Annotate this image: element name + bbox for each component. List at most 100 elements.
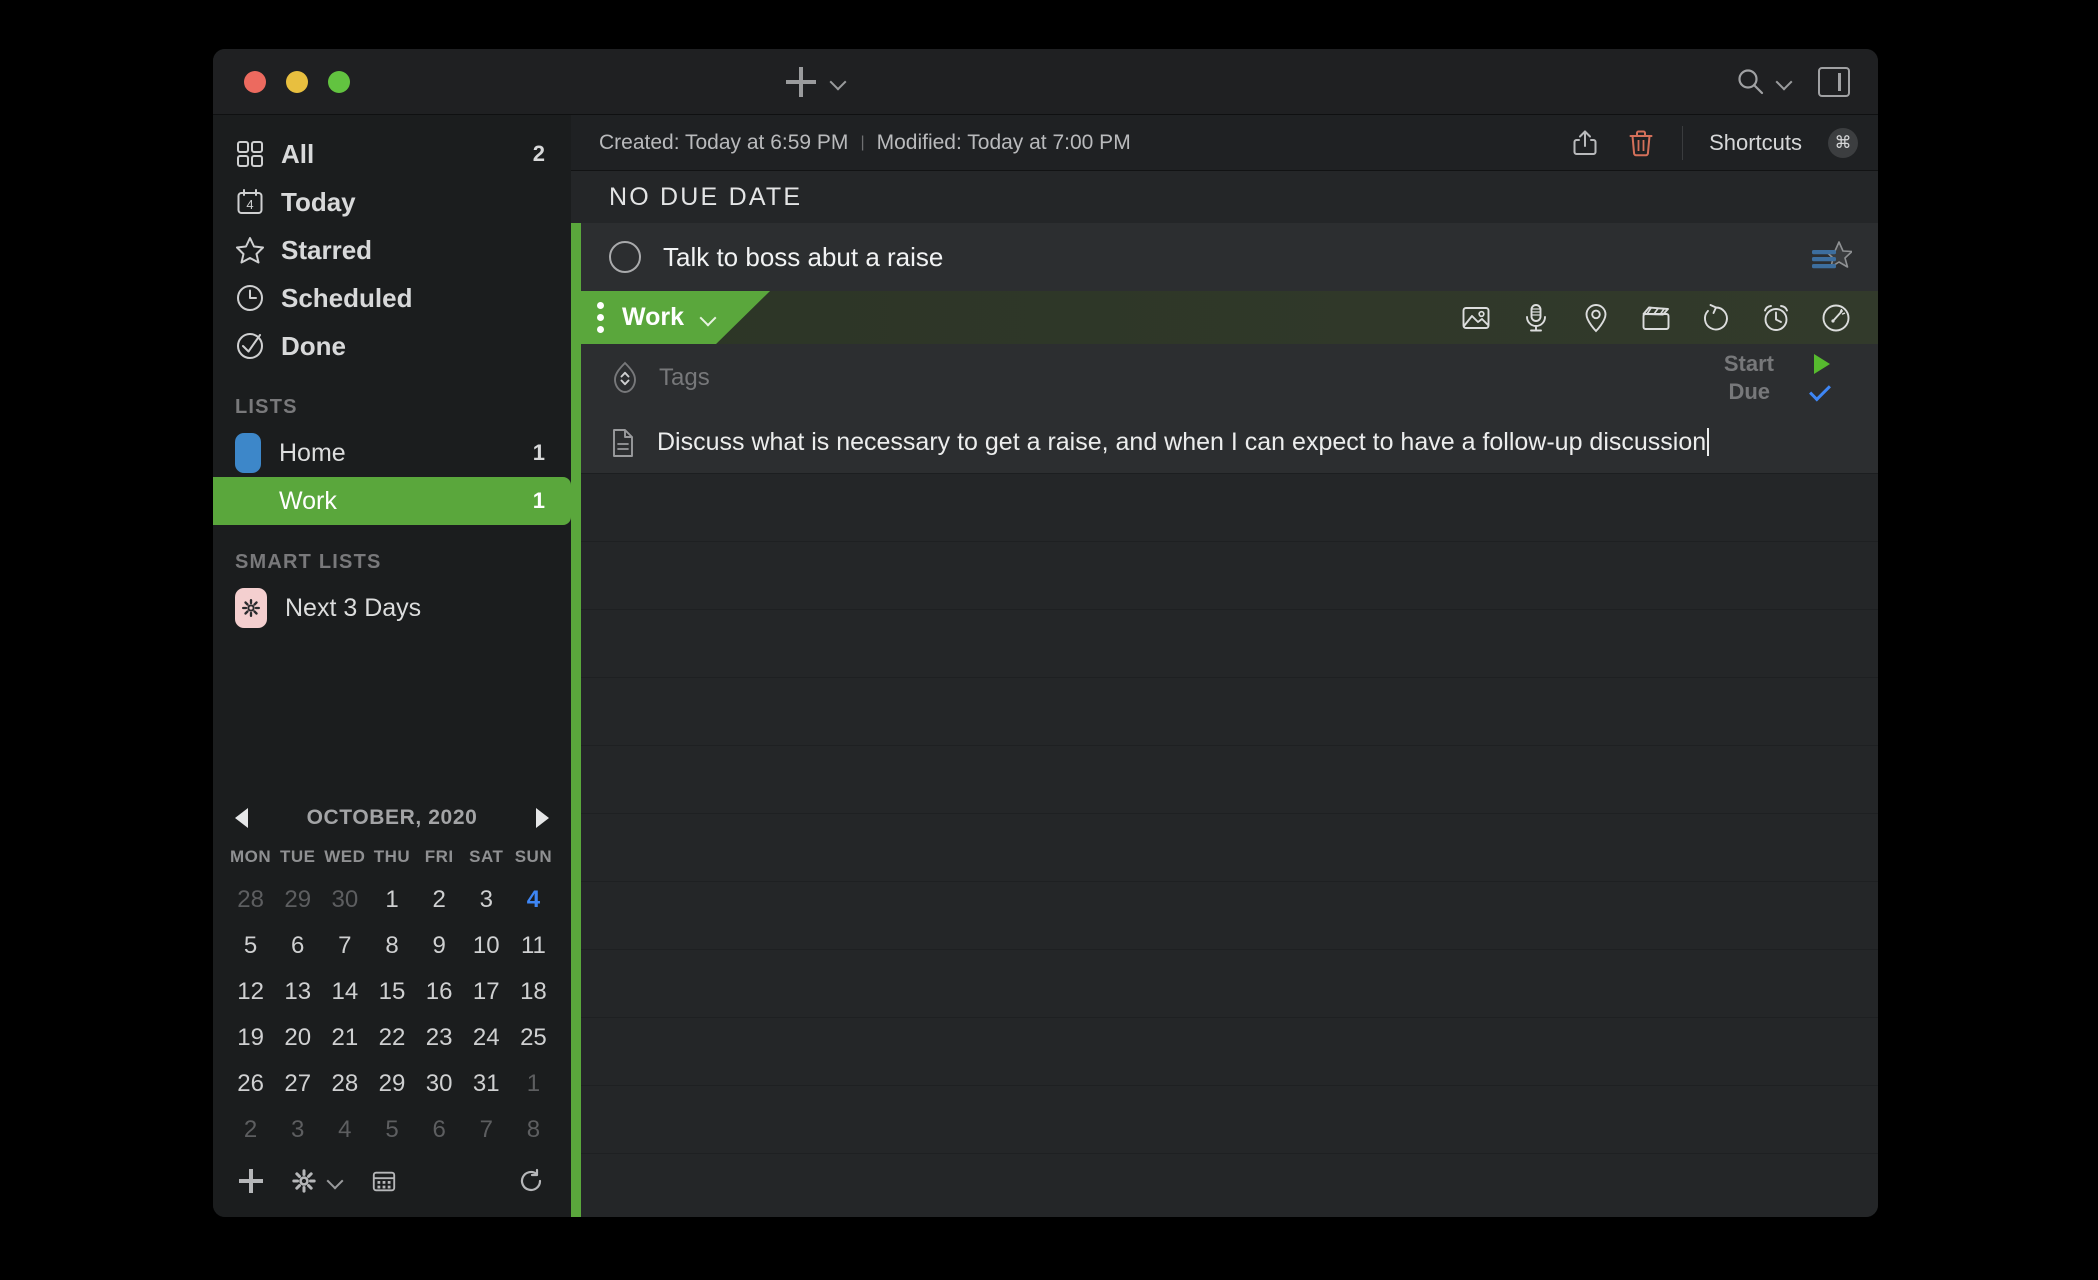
- calendar-view-icon[interactable]: [371, 1168, 397, 1194]
- due-row[interactable]: Due: [1728, 379, 1831, 405]
- calendar-day[interactable]: 30: [321, 877, 368, 923]
- calendar-day[interactable]: 7: [463, 1107, 510, 1153]
- share-icon[interactable]: [1570, 128, 1600, 158]
- shortcuts-label[interactable]: Shortcuts: [1709, 130, 1802, 156]
- toggle-sidebar-icon[interactable]: [1818, 66, 1850, 97]
- note-text[interactable]: Discuss what is necessary to get a raise…: [657, 428, 1710, 457]
- repeat-icon[interactable]: [1700, 302, 1732, 334]
- sidebar-list-work[interactable]: Work 1: [213, 477, 571, 525]
- calendar-day[interactable]: 24: [463, 1015, 510, 1061]
- task-title[interactable]: Talk to boss abut a raise: [663, 242, 1808, 273]
- calendar-day[interactable]: 14: [321, 969, 368, 1015]
- chevron-down-icon[interactable]: [700, 310, 716, 326]
- calendar-day[interactable]: 3: [274, 1107, 321, 1153]
- location-icon[interactable]: [1580, 302, 1612, 334]
- calendar-day[interactable]: 12: [227, 969, 274, 1015]
- calendar-day[interactable]: 1: [510, 1061, 557, 1107]
- list-ribbon[interactable]: Work: [571, 291, 770, 344]
- start-row[interactable]: Start: [1724, 351, 1830, 377]
- calendar-day[interactable]: 8: [510, 1107, 557, 1153]
- sidebar-item-today[interactable]: 4 Today: [213, 178, 571, 226]
- sidebar: All 2 4 Today Starred Scheduled Done LIS…: [213, 115, 571, 1217]
- tags-placeholder[interactable]: Tags: [659, 364, 710, 392]
- calendar-day[interactable]: 20: [274, 1015, 321, 1061]
- add-list-icon[interactable]: [239, 1169, 263, 1193]
- calendar-day[interactable]: 27: [274, 1061, 321, 1107]
- calendar-day[interactable]: 13: [274, 969, 321, 1015]
- start-play-icon[interactable]: [1814, 354, 1830, 374]
- tags-row[interactable]: Tags Start Due: [571, 344, 1878, 412]
- calendar-day[interactable]: 2: [416, 877, 463, 923]
- calendar-day[interactable]: 7: [321, 923, 368, 969]
- next-month-icon[interactable]: [536, 808, 549, 828]
- calendar-day[interactable]: 11: [510, 923, 557, 969]
- calendar-day[interactable]: 8: [368, 923, 415, 969]
- chevron-down-icon[interactable]: [830, 74, 846, 90]
- calendar-day[interactable]: 29: [368, 1061, 415, 1107]
- note-row[interactable]: Discuss what is necessary to get a raise…: [571, 412, 1878, 474]
- settings-group[interactable]: [291, 1168, 343, 1194]
- svg-text:4: 4: [246, 197, 253, 212]
- sidebar-item-label: Done: [281, 330, 346, 361]
- calendar-day[interactable]: 19: [227, 1015, 274, 1061]
- image-icon[interactable]: [1460, 302, 1492, 334]
- previous-month-icon[interactable]: [235, 808, 248, 828]
- plus-icon[interactable]: [786, 66, 816, 97]
- lists-section-header: LISTS: [235, 396, 298, 418]
- calendar-day[interactable]: 16: [416, 969, 463, 1015]
- calendar-day[interactable]: 2: [227, 1107, 274, 1153]
- sidebar-item-all[interactable]: All 2: [213, 130, 571, 178]
- calendar-day[interactable]: 30: [416, 1061, 463, 1107]
- sidebar-smartlist-next-3-days[interactable]: Next 3 Days: [213, 584, 571, 632]
- calendar-day[interactable]: 21: [321, 1015, 368, 1061]
- sidebar-item-starred[interactable]: Starred: [213, 226, 571, 274]
- calendar-day[interactable]: 25: [510, 1015, 557, 1061]
- delete-icon[interactable]: [1626, 128, 1656, 158]
- sidebar-list-home[interactable]: Home 1: [213, 429, 571, 477]
- list-ribbon-label: Work: [622, 303, 685, 331]
- alarm-icon[interactable]: [1760, 302, 1792, 334]
- search-group[interactable]: [1736, 67, 1792, 97]
- gauge-icon[interactable]: [1820, 302, 1852, 334]
- calendar-day[interactable]: 10: [463, 923, 510, 969]
- sidebar-item-scheduled[interactable]: Scheduled: [213, 274, 571, 322]
- calendar-day[interactable]: 26: [227, 1061, 274, 1107]
- close-button[interactable]: [244, 70, 266, 93]
- task-complete-checkbox[interactable]: [609, 241, 641, 273]
- microphone-icon[interactable]: [1520, 302, 1552, 334]
- calendar-day[interactable]: 23: [416, 1015, 463, 1061]
- task-row[interactable]: Talk to boss abut a raise: [571, 223, 1878, 291]
- calendar-day[interactable]: 18: [510, 969, 557, 1015]
- day-header: FRI: [424, 847, 454, 866]
- list-star-icon[interactable]: [1808, 240, 1852, 274]
- chevron-down-icon[interactable]: [1776, 74, 1792, 90]
- calendar-day[interactable]: 5: [368, 1107, 415, 1153]
- minimize-button[interactable]: [286, 70, 308, 93]
- clapperboard-icon[interactable]: [1640, 302, 1672, 334]
- sync-icon[interactable]: [517, 1167, 545, 1195]
- calendar-day[interactable]: 28: [227, 877, 274, 923]
- calendar-day[interactable]: 6: [274, 923, 321, 969]
- chevron-down-icon[interactable]: [327, 1173, 343, 1189]
- calendar-day[interactable]: 4: [321, 1107, 368, 1153]
- calendar-day[interactable]: 6: [416, 1107, 463, 1153]
- search-icon[interactable]: [1736, 67, 1766, 97]
- zoom-button[interactable]: [328, 70, 350, 93]
- calendar-icon: 4: [237, 189, 263, 214]
- gear-icon[interactable]: [291, 1168, 317, 1194]
- sidebar-item-done[interactable]: Done: [213, 322, 571, 370]
- due-check-icon[interactable]: [1809, 379, 1831, 401]
- calendar-day[interactable]: 15: [368, 969, 415, 1015]
- drag-handle-icon[interactable]: [597, 302, 604, 333]
- calendar-day[interactable]: 4: [510, 877, 557, 923]
- calendar-day[interactable]: 1: [368, 877, 415, 923]
- calendar-day[interactable]: 5: [227, 923, 274, 969]
- calendar-day[interactable]: 29: [274, 877, 321, 923]
- calendar-day[interactable]: 22: [368, 1015, 415, 1061]
- calendar-day[interactable]: 31: [463, 1061, 510, 1107]
- calendar-day[interactable]: 17: [463, 969, 510, 1015]
- command-key-badge[interactable]: ⌘: [1828, 127, 1858, 158]
- calendar-day[interactable]: 3: [463, 877, 510, 923]
- calendar-day[interactable]: 28: [321, 1061, 368, 1107]
- calendar-day[interactable]: 9: [416, 923, 463, 969]
